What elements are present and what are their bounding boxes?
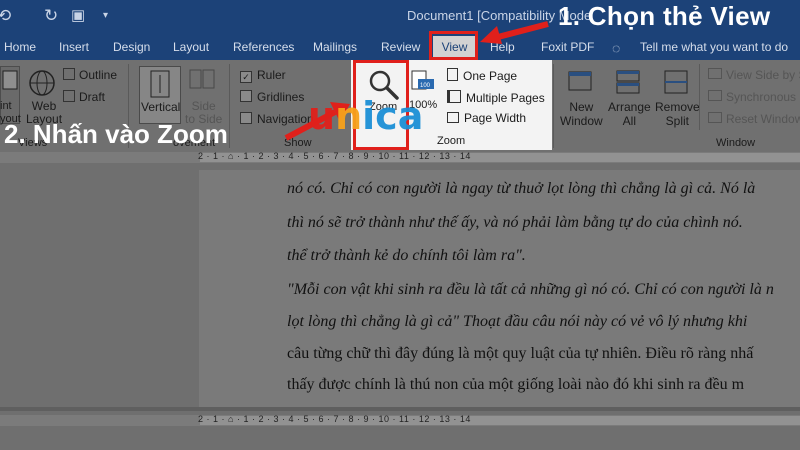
- multiple-pages-label: Multiple Pages: [466, 91, 545, 105]
- step1-callout: 1. Chọn thẻ View: [558, 1, 771, 31]
- ruler-checkbox[interactable]: ✓ Ruler: [240, 68, 286, 83]
- one-page-button[interactable]: One Page: [447, 68, 517, 83]
- tab-home[interactable]: Home: [4, 36, 36, 60]
- ruler-label: Ruler: [257, 68, 286, 82]
- qat-dropdown-icon[interactable]: ▾: [103, 6, 108, 26]
- document-page[interactable]: nó có. Chỉ có con người là ngay từ thuở …: [199, 170, 800, 407]
- document-line: thể trở thành kẻ do chính tôi làm ra".: [287, 247, 526, 264]
- checkbox-icon: [240, 90, 252, 102]
- synchronous-scrolling-label: Synchronous S: [726, 90, 800, 104]
- document-line: thì nó sẽ trở thành như thế ấy, và nó ph…: [287, 214, 743, 231]
- second-horizontal-ruler[interactable]: 2 · 1 · ⌂ · 1 · 2 · 3 · 4 · 5 · 6 · 7 · …: [0, 414, 800, 426]
- reset-window-label: Reset Window: [726, 112, 800, 126]
- outline-icon: [63, 68, 75, 80]
- reset-window-icon: [708, 112, 722, 123]
- ribbon-separator: [229, 64, 230, 148]
- arrange-all-button[interactable]: Arrange All: [608, 100, 651, 128]
- tab-foxit-pdf[interactable]: Foxit PDF: [541, 36, 594, 60]
- layout-icon[interactable]: ▣: [71, 6, 85, 26]
- ribbon-separator: [553, 64, 554, 148]
- arrange-all-icon: [616, 70, 640, 94]
- view-side-by-side-label: View Side by S: [726, 68, 800, 82]
- tab-design[interactable]: Design: [113, 36, 150, 60]
- tab-references[interactable]: References: [233, 36, 294, 60]
- zoom-group-label: Zoom: [437, 135, 466, 147]
- one-page-icon: [447, 68, 458, 81]
- unica-watermark-logo: unica: [308, 94, 424, 138]
- redo-icon[interactable]: ↻: [44, 6, 58, 26]
- horizontal-ruler[interactable]: 2 · 1 · ⌂ · 1 · 2 · 3 · 4 · 5 · 6 · 7 · …: [0, 151, 800, 163]
- document-line: câu từng chữ thì đây đúng là một quy luậ…: [287, 345, 754, 362]
- document-line: lọt lòng thì chẳng là gì cả" Thoạt đầu c…: [287, 313, 748, 330]
- tab-insert[interactable]: Insert: [59, 36, 89, 60]
- page-width-icon: [447, 112, 459, 123]
- tell-me-search[interactable]: Tell me what you want to do: [640, 36, 788, 60]
- tab-layout[interactable]: Layout: [173, 36, 209, 60]
- remove-split-button[interactable]: Remove Split: [655, 100, 700, 128]
- draft-label: Draft: [79, 90, 106, 104]
- document-line: "Mỗi con vật khi sinh ra đều là tất cả n…: [287, 281, 774, 298]
- remove-split-icon: [664, 70, 688, 94]
- view-side-by-side-button[interactable]: View Side by S: [708, 68, 800, 82]
- svg-text:100: 100: [420, 83, 431, 89]
- zoom-100-icon: 100: [411, 70, 434, 90]
- outline-button[interactable]: Outline: [63, 68, 117, 82]
- side-to-side-icon: [189, 69, 215, 89]
- navigation-label: Navigation: [257, 112, 314, 126]
- page-width-label: Page Width: [464, 111, 527, 125]
- gridlines-checkbox[interactable]: Gridlines: [240, 90, 304, 104]
- vertical-icon: [150, 70, 170, 98]
- ribbon-tab-bar: Home Insert Design Layout References Mai…: [0, 36, 800, 60]
- ribbon-separator: [699, 64, 700, 130]
- gridlines-label: Gridlines: [257, 90, 305, 104]
- ruler-numbers: 2 · 1 · ⌂ · 1 · 2 · 3 · 4 · 5 · 6 · 7 · …: [198, 151, 471, 161]
- new-window-button[interactable]: New Window: [560, 100, 603, 128]
- print-layout-icon: [2, 70, 18, 90]
- navigation-checkbox[interactable]: Navigation: [240, 112, 314, 126]
- draft-button[interactable]: Draft: [63, 90, 105, 104]
- ruler-numbers: 2 · 1 · ⌂ · 1 · 2 · 3 · 4 · 5 · 6 · 7 · …: [198, 414, 471, 424]
- one-page-label: One Page: [463, 69, 518, 83]
- outline-label: Outline: [79, 68, 118, 82]
- multiple-pages-button[interactable]: Multiple Pages: [447, 90, 545, 105]
- multiple-pages-icon: [447, 90, 461, 103]
- checkbox-icon: [240, 112, 252, 124]
- reset-window-button[interactable]: Reset Window: [708, 112, 800, 126]
- synchronous-scrolling-button[interactable]: Synchronous S: [708, 90, 800, 104]
- lightbulb-icon: ◌: [612, 40, 621, 56]
- checkbox-checked-icon: ✓: [240, 71, 252, 83]
- window-group-label: Window: [716, 137, 756, 149]
- view-tab-highlight: [429, 31, 478, 60]
- undo-icon[interactable]: ⟲: [0, 6, 11, 26]
- tab-help[interactable]: Help: [490, 36, 515, 60]
- page-width-button[interactable]: Page Width: [447, 111, 526, 125]
- vertical-button[interactable]: Vertical: [139, 66, 181, 124]
- document-line: nó có. Chỉ có con người là ngay từ thuở …: [287, 180, 756, 197]
- new-window-icon: [568, 71, 592, 91]
- tab-review[interactable]: Review: [381, 36, 420, 60]
- draft-icon: [63, 90, 75, 102]
- tab-mailings[interactable]: Mailings: [313, 36, 357, 60]
- side-by-side-icon: [708, 68, 722, 79]
- step2-callout: 2. Nhấn vào Zoom: [4, 119, 228, 149]
- vertical-label: Vertical: [141, 100, 181, 114]
- document-line: thấy được chính là thú non của một giống…: [287, 376, 745, 393]
- show-group-label: Show: [284, 137, 312, 149]
- web-layout-icon: [29, 70, 55, 96]
- sync-scroll-icon: [708, 90, 722, 101]
